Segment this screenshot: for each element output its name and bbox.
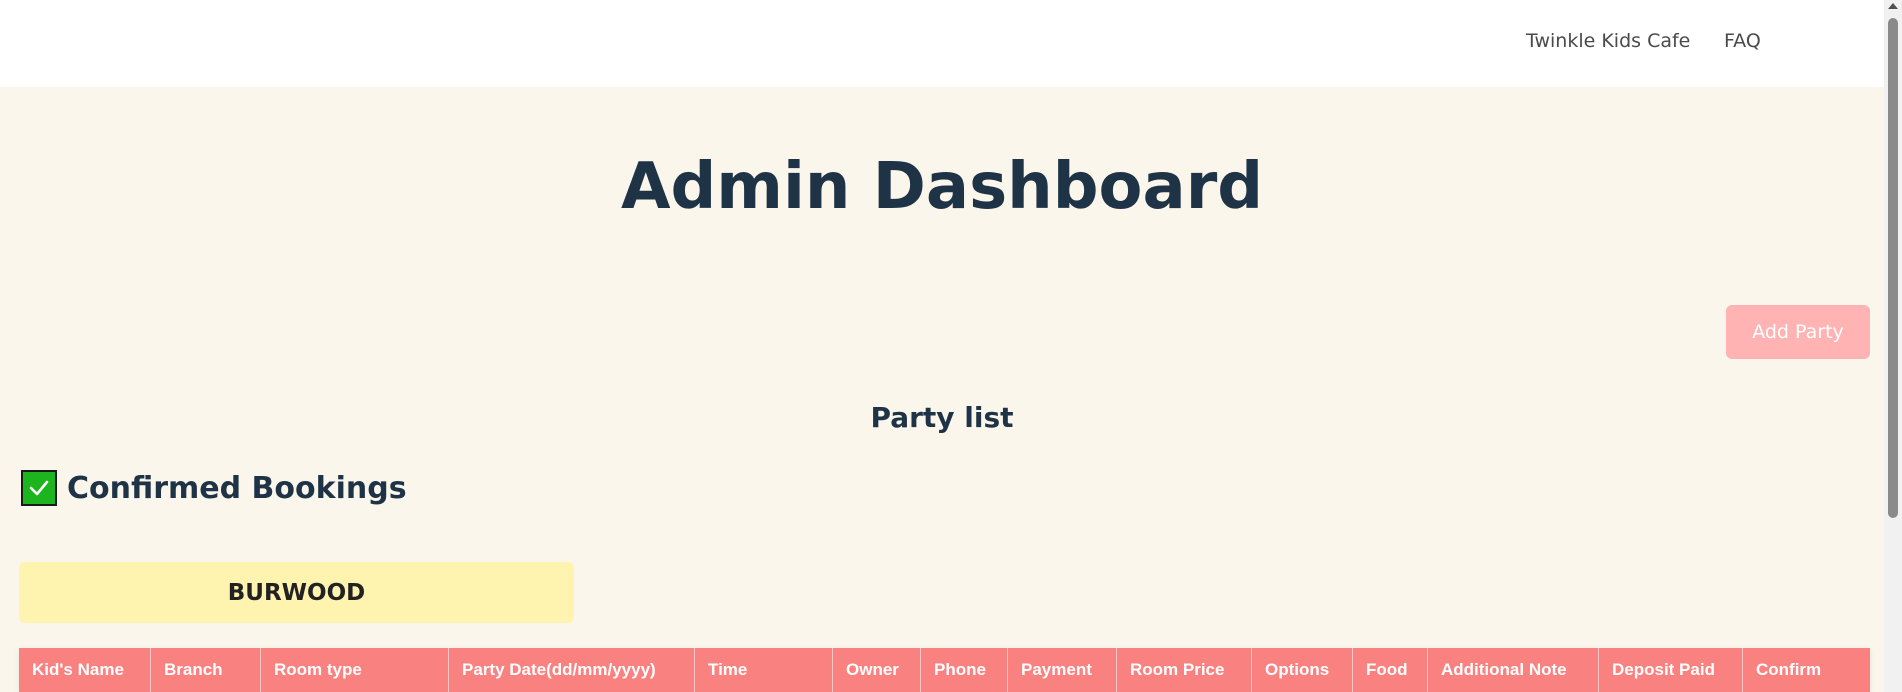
nav-link-brand[interactable]: Twinkle Kids Cafe	[1526, 30, 1690, 52]
nav-link-faq[interactable]: FAQ	[1724, 30, 1761, 52]
scrollbar-thumb[interactable]	[1888, 18, 1898, 518]
column-header-deposit-paid: Deposit Paid	[1599, 648, 1743, 692]
branch-banner: BURWOOD	[19, 562, 574, 623]
top-navbar: Twinkle Kids Cafe FAQ	[0, 0, 1884, 87]
scroll-up-arrow-icon[interactable]	[1888, 3, 1898, 9]
column-header-payment: Payment	[1008, 648, 1117, 692]
column-header-owner: Owner	[833, 648, 921, 692]
column-header-time: Time	[695, 648, 833, 692]
column-header-branch: Branch	[151, 648, 261, 692]
column-header-food: Food	[1353, 648, 1428, 692]
check-box-icon	[21, 470, 57, 506]
column-header-kids-name: Kid's Name	[19, 648, 151, 692]
page-title: Admin Dashboard	[620, 150, 1264, 224]
column-header-options: Options	[1252, 648, 1353, 692]
column-header-room-price: Room Price	[1117, 648, 1252, 692]
column-header-room-type: Room type	[261, 648, 449, 692]
column-header-phone: Phone	[921, 648, 1008, 692]
column-header-party-date: Party Date(dd/mm/yyyy)	[449, 648, 695, 692]
column-header-confirm: Confirm	[1756, 660, 1822, 679]
vertical-scrollbar[interactable]	[1884, 0, 1902, 692]
confirmed-bookings-heading: Confirmed Bookings	[21, 470, 407, 506]
party-table-header: Kid's Name Branch Room type Party Date(d…	[19, 648, 1870, 692]
column-header-additional-note: Additional Note	[1428, 648, 1599, 692]
confirmed-bookings-label: Confirmed Bookings	[67, 470, 407, 506]
add-party-button[interactable]: Add Party	[1726, 305, 1870, 359]
party-list-title: Party list	[870, 401, 1014, 434]
